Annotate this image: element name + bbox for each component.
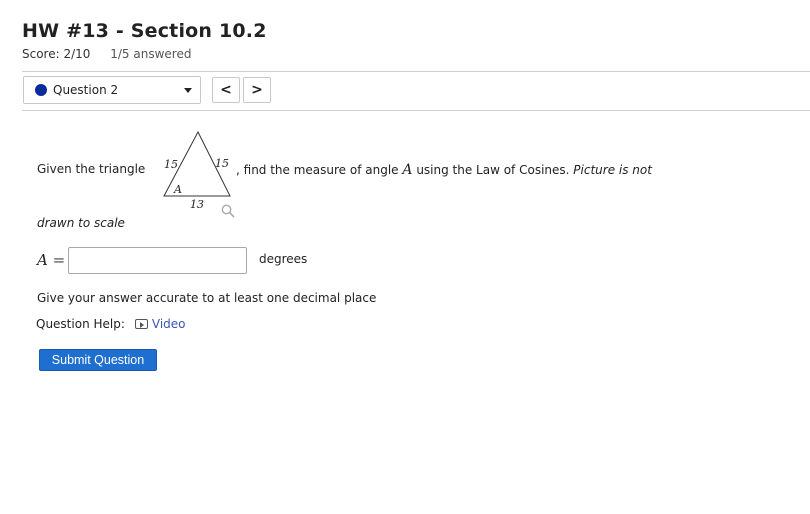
chevron-down-icon	[184, 87, 192, 93]
angle-variable: A	[402, 162, 413, 178]
answer-equals: =	[52, 251, 66, 269]
video-play-icon	[134, 319, 148, 329]
submit-question-button[interactable]: Submit Question	[39, 349, 157, 371]
video-help-label: Video	[151, 317, 186, 331]
question-status-dot-icon	[35, 84, 47, 96]
answer-label: A =	[37, 251, 65, 269]
question-text-given: Given the triangle	[37, 162, 146, 176]
question-text-find: , find the measure of angle	[236, 163, 403, 177]
triangle-side-right-label: 15	[215, 157, 229, 170]
score-text: Score: 2/10	[22, 47, 91, 61]
assignment-title: HW #13 - Section 10.2	[22, 20, 267, 42]
triangle-side-bottom-label: 13	[190, 198, 204, 211]
next-question-button[interactable]: >	[243, 77, 271, 103]
answer-unit: degrees	[259, 252, 308, 266]
page: HW #13 - Section 10.2 Score: 2/10 1/5 an…	[0, 0, 810, 514]
video-help-link[interactable]: Video	[134, 317, 186, 331]
question-text-continued: , find the measure of angle A using the …	[236, 162, 652, 178]
previous-question-button[interactable]: <	[212, 77, 240, 103]
precision-instruction: Give your answer accurate to at least on…	[37, 291, 377, 305]
triangle-figure: 15 15 A 13	[163, 130, 231, 211]
question-text-method: using the Law of Cosines.	[412, 163, 574, 177]
score-line: Score: 2/10 1/5 answered	[22, 47, 191, 61]
question-help: Question Help: Video	[36, 317, 186, 331]
answered-count: 1/5 answered	[110, 47, 192, 61]
magnify-image-icon[interactable]	[220, 203, 236, 219]
nav-divider	[22, 110, 810, 111]
answer-input[interactable]	[68, 247, 247, 274]
question-selector[interactable]: Question 2	[23, 76, 201, 104]
answer-variable: A	[37, 251, 48, 269]
scale-note-continued: drawn to scale	[37, 216, 125, 230]
triangle-angle-label: A	[173, 183, 182, 196]
triangle-side-left-label: 15	[164, 158, 178, 171]
question-selector-label: Question 2	[53, 83, 119, 97]
header-divider	[22, 71, 810, 72]
question-help-label: Question Help:	[36, 317, 125, 331]
scale-note-start: Picture is not	[573, 163, 652, 177]
